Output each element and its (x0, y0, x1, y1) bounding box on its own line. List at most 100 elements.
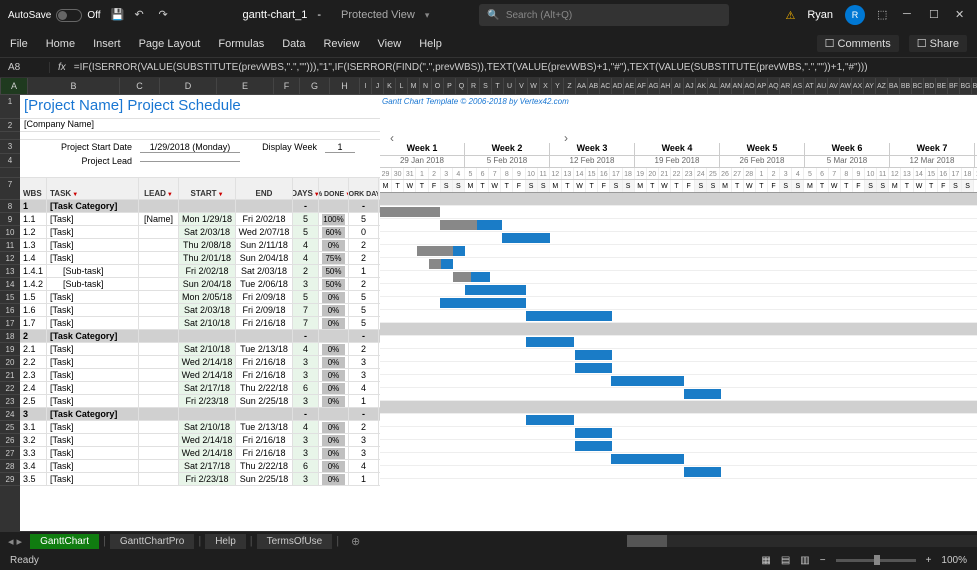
project-lead-value[interactable] (140, 161, 240, 162)
col-header[interactable]: AV (828, 78, 840, 94)
start-date-value[interactable]: 1/29/2018 (Monday) (140, 142, 240, 153)
row-header[interactable]: 8 (0, 200, 20, 213)
col-header[interactable]: AB (588, 78, 600, 94)
row-header[interactable]: 12 (0, 252, 20, 265)
col-header[interactable]: U (504, 78, 516, 94)
zoom-slider[interactable] (836, 559, 916, 562)
tab-first-icon[interactable]: ◂ (8, 535, 14, 548)
col-header[interactable]: V (516, 78, 528, 94)
col-header[interactable]: AS (792, 78, 804, 94)
col-header[interactable]: AM (720, 78, 732, 94)
gantt-bar[interactable] (440, 298, 526, 308)
col-header[interactable]: AC (600, 78, 612, 94)
sheet-tab[interactable]: GanttChart (30, 534, 99, 549)
col-header[interactable]: K (384, 78, 396, 94)
col-header[interactable]: P (444, 78, 456, 94)
row-header[interactable]: 26 (0, 434, 20, 447)
ribbon-options-icon[interactable]: ⬚ (877, 8, 891, 22)
gantt-bar[interactable] (684, 467, 721, 477)
view-layout-icon[interactable]: ▤ (781, 555, 790, 566)
col-header[interactable]: AJ (684, 78, 696, 94)
row-header[interactable]: 24 (0, 408, 20, 421)
maximize-icon[interactable]: ☐ (929, 8, 943, 22)
col-header[interactable]: BC (912, 78, 924, 94)
col-header[interactable]: BG (960, 78, 972, 94)
col-header[interactable]: AD (612, 78, 624, 94)
row-header[interactable]: 11 (0, 239, 20, 252)
warning-icon[interactable]: ⚠ (785, 9, 795, 22)
col-header[interactable]: Y (552, 78, 564, 94)
col-header[interactable]: Z (564, 78, 576, 94)
col-header[interactable]: AI (672, 78, 684, 94)
col-header[interactable]: BE (936, 78, 948, 94)
col-header[interactable]: AX (852, 78, 864, 94)
zoom-in-icon[interactable]: + (926, 555, 932, 566)
row-header[interactable]: 16 (0, 304, 20, 317)
col-header[interactable]: W (528, 78, 540, 94)
gantt-bar[interactable] (465, 285, 526, 295)
row-header[interactable]: 15 (0, 291, 20, 304)
user-name[interactable]: Ryan (807, 9, 833, 21)
name-box[interactable]: A8 (0, 62, 50, 73)
undo-icon[interactable]: ↶ (135, 8, 149, 22)
horizontal-scrollbar[interactable] (627, 535, 977, 547)
col-header[interactable]: AK (696, 78, 708, 94)
row-header[interactable]: 28 (0, 460, 20, 473)
col-header[interactable]: AF (636, 78, 648, 94)
col-header[interactable]: Q (456, 78, 468, 94)
col-header[interactable]: X (540, 78, 552, 94)
tab-formulas[interactable]: Formulas (218, 38, 264, 50)
gantt-bar[interactable] (575, 350, 612, 360)
row-header[interactable]: 14 (0, 278, 20, 291)
project-title[interactable]: [Project Name] Project Schedule (20, 95, 245, 118)
save-icon[interactable]: 💾 (111, 8, 125, 22)
col-header[interactable]: BB (900, 78, 912, 94)
col-header[interactable]: AP (756, 78, 768, 94)
col-header[interactable]: BA (888, 78, 900, 94)
col-header[interactable]: AL (708, 78, 720, 94)
close-icon[interactable]: ✕ (955, 8, 969, 22)
col-header[interactable]: A (1, 78, 28, 94)
col-header[interactable]: N (420, 78, 432, 94)
gantt-bar[interactable] (575, 428, 612, 438)
row-header[interactable]: 13 (0, 265, 20, 278)
search-input[interactable]: 🔍 Search (Alt+Q) (479, 4, 729, 26)
row-header[interactable]: 18 (0, 330, 20, 343)
row-header[interactable]: 27 (0, 447, 20, 460)
row-header[interactable]: 20 (0, 356, 20, 369)
col-header[interactable]: AZ (876, 78, 888, 94)
col-header[interactable]: G (300, 78, 330, 94)
sheet-tab[interactable]: TermsOfUse (257, 534, 333, 549)
zoom-level[interactable]: 100% (941, 555, 967, 566)
gantt-bar[interactable] (611, 376, 684, 386)
tab-home[interactable]: Home (46, 38, 75, 50)
col-header[interactable]: AE (624, 78, 636, 94)
col-header[interactable]: AG (648, 78, 660, 94)
gantt-bar[interactable] (526, 415, 574, 425)
gantt-next-icon[interactable]: › (564, 131, 568, 141)
formula-input[interactable]: =IF(ISERROR(VALUE(SUBSTITUTE(prevWBS,"."… (74, 62, 868, 73)
col-header[interactable]: AQ (768, 78, 780, 94)
row-header[interactable]: 25 (0, 421, 20, 434)
tab-view[interactable]: View (378, 38, 402, 50)
tab-review[interactable]: Review (323, 38, 359, 50)
sheet-tab[interactable]: GanttChartPro (110, 534, 194, 549)
row-header[interactable]: 23 (0, 395, 20, 408)
sheet-tab[interactable]: Help (205, 534, 246, 549)
gantt-bar[interactable] (575, 363, 612, 373)
comments-button[interactable]: ☐ Comments (817, 35, 899, 52)
gantt-bar[interactable] (575, 441, 612, 451)
avatar[interactable]: R (845, 5, 865, 25)
view-break-icon[interactable]: ▥ (800, 555, 809, 566)
col-header[interactable]: F (274, 78, 300, 94)
tab-file[interactable]: File (10, 38, 28, 50)
col-header[interactable]: AO (744, 78, 756, 94)
tab-last-icon[interactable]: ▸ (17, 535, 23, 548)
col-header[interactable]: BF (948, 78, 960, 94)
row-header[interactable]: 17 (0, 317, 20, 330)
gantt-bar[interactable] (611, 454, 684, 464)
row-header[interactable]: 10 (0, 226, 20, 239)
col-header[interactable]: AR (780, 78, 792, 94)
col-header[interactable]: O (432, 78, 444, 94)
col-header[interactable]: D (160, 78, 217, 94)
